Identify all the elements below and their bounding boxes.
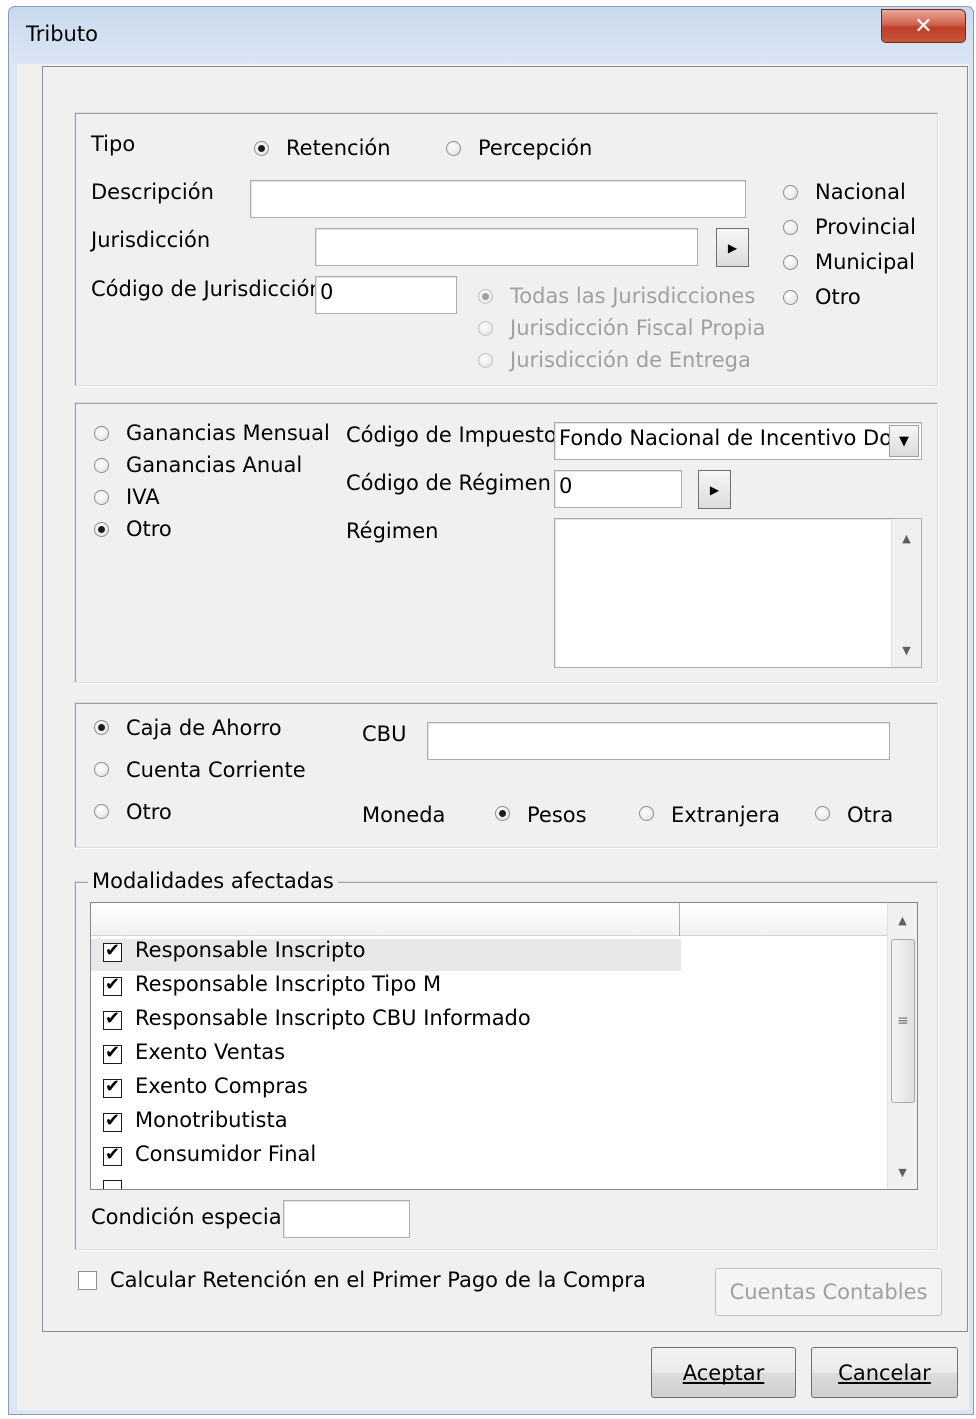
otra-moneda-radio[interactable] (815, 806, 830, 821)
regimen-lookup-button[interactable]: ▶ (698, 470, 731, 509)
window-title: Tributo (26, 22, 98, 46)
percepcion-label: Percepción (478, 136, 593, 160)
percepcion-radio[interactable] (446, 141, 461, 156)
column-divider[interactable] (679, 903, 680, 936)
municipal-label: Municipal (815, 250, 915, 274)
modalidades-scrollbar[interactable]: ▲ ≡ ▼ (887, 903, 917, 1189)
list-header (91, 903, 887, 936)
otro-impuesto-label: Otro (126, 517, 172, 541)
aceptar-button[interactable]: Aceptar (651, 1347, 796, 1398)
nacional-label: Nacional (815, 180, 906, 204)
iva-label: IVA (126, 485, 160, 509)
regimen-textarea[interactable]: ▲ ▼ (554, 518, 922, 668)
ganancias-mensual-label: Ganancias Mensual (126, 421, 330, 445)
otro-scope-radio[interactable] (783, 290, 798, 305)
extranjera-radio[interactable] (639, 806, 654, 821)
ganancias-anual-label: Ganancias Anual (126, 453, 303, 477)
codigo-regimen-input[interactable]: 0 (554, 470, 682, 508)
caja-ahorro-label: Caja de Ahorro (126, 716, 282, 740)
codigo-jurisdiccion-input[interactable]: 0 (315, 276, 457, 314)
list-item-partial (103, 1180, 122, 1189)
provincial-radio[interactable] (783, 220, 798, 235)
codigo-regimen-label: Código de Régimen (346, 471, 551, 495)
jurisdiccion-lookup-button[interactable]: ▶ (716, 228, 749, 267)
pesos-radio[interactable] (495, 806, 510, 821)
tipo-label: Tipo (91, 132, 136, 156)
regimen-scrollbar[interactable]: ▲ ▼ (891, 519, 921, 667)
condicion-especial-input[interactable] (283, 1200, 410, 1238)
jurisdiccion-fiscal-radio[interactable] (478, 321, 493, 336)
descripcion-input[interactable] (250, 180, 746, 218)
cancelar-button[interactable]: Cancelar (811, 1347, 958, 1398)
cbu-input[interactable] (427, 722, 890, 760)
retencion-radio[interactable] (254, 141, 269, 156)
provincial-label: Provincial (815, 215, 916, 239)
list-item-checkbox[interactable] (103, 1076, 122, 1098)
retencion-label: Retención (286, 136, 391, 160)
cuenta-corriente-radio[interactable] (94, 762, 109, 777)
list-item: Responsable Inscripto CBU Informado (135, 1006, 531, 1030)
close-icon: ✕ (914, 13, 933, 39)
nacional-radio[interactable] (783, 185, 798, 200)
todas-jurisdicciones-label: Todas las Jurisdicciones (510, 284, 756, 308)
otro-cuenta-label: Otro (126, 800, 172, 824)
todas-jurisdicciones-radio[interactable] (478, 289, 493, 304)
scroll-up-icon[interactable]: ▲ (892, 527, 921, 549)
modalidades-legend: Modalidades afectadas (88, 869, 338, 893)
list-item: Responsable Inscripto (135, 938, 366, 962)
caja-ahorro-radio[interactable] (94, 720, 109, 735)
otro-scope-label: Otro (815, 285, 861, 309)
jurisdiccion-entrega-radio[interactable] (478, 353, 493, 368)
list-item-checkbox[interactable] (103, 1042, 122, 1064)
list-item-checkbox[interactable] (103, 1008, 122, 1030)
close-button[interactable]: ✕ (881, 9, 966, 43)
chevron-down-icon[interactable]: ▼ (889, 425, 919, 457)
list-item-checkbox[interactable] (103, 1110, 122, 1132)
jurisdiccion-entrega-label: Jurisdicción de Entrega (510, 348, 751, 372)
otro-impuesto-radio[interactable] (94, 522, 109, 537)
list-item: Consumidor Final (135, 1142, 317, 1166)
cuenta-corriente-label: Cuenta Corriente (126, 758, 306, 782)
scroll-thumb[interactable]: ≡ (891, 939, 915, 1103)
otra-moneda-label: Otra (847, 803, 894, 827)
moneda-label: Moneda (362, 803, 446, 827)
cbu-label: CBU (362, 722, 407, 746)
calcular-retencion-checkbox[interactable] (78, 1271, 97, 1290)
cuentas-contables-button[interactable]: Cuentas Contables (715, 1268, 942, 1316)
ganancias-anual-radio[interactable] (94, 458, 109, 473)
regimen-label: Régimen (346, 519, 439, 543)
arrow-right-icon: ▶ (709, 482, 720, 497)
arrow-right-icon: ▶ (727, 240, 738, 255)
codigo-impuesto-value: Fondo Nacional de Incentivo Doc (559, 426, 904, 450)
list-item: Exento Compras (135, 1074, 308, 1098)
pesos-label: Pesos (527, 803, 587, 827)
jurisdiccion-fiscal-label: Jurisdicción Fiscal Propia (510, 316, 766, 340)
scroll-down-icon[interactable]: ▼ (892, 639, 921, 661)
jurisdiccion-input[interactable] (315, 228, 698, 266)
municipal-radio[interactable] (783, 255, 798, 270)
extranjera-label: Extranjera (671, 803, 780, 827)
iva-radio[interactable] (94, 490, 109, 505)
list-item-checkbox[interactable] (103, 1144, 122, 1166)
list-item-checkbox[interactable] (103, 974, 122, 996)
list-item: Monotributista (135, 1108, 288, 1132)
modalidades-list: Responsable Inscripto Responsable Inscrip… (90, 902, 918, 1190)
condicion-especial-label: Condición especial (91, 1205, 288, 1229)
codigo-jurisdiccion-label: Código de Jurisdicción (91, 277, 323, 301)
title-bar: Tributo ✕ (0, 0, 976, 64)
descripcion-label: Descripción (91, 180, 214, 204)
scroll-down-icon[interactable]: ▼ (888, 1161, 917, 1183)
calcular-retencion-label: Calcular Retención en el Primer Pago de … (110, 1268, 646, 1292)
codigo-impuesto-label: Código de Impuesto (346, 423, 557, 447)
list-item-checkbox[interactable] (103, 940, 122, 962)
list-item: Exento Ventas (135, 1040, 286, 1064)
otro-cuenta-radio[interactable] (94, 804, 109, 819)
list-item: Responsable Inscripto Tipo M (135, 972, 442, 996)
jurisdiccion-label: Jurisdicción (91, 228, 211, 252)
scroll-up-icon[interactable]: ▲ (888, 909, 917, 931)
codigo-impuesto-select[interactable]: Fondo Nacional de Incentivo Doc ▼ (554, 422, 922, 460)
ganancias-mensual-radio[interactable] (94, 426, 109, 441)
